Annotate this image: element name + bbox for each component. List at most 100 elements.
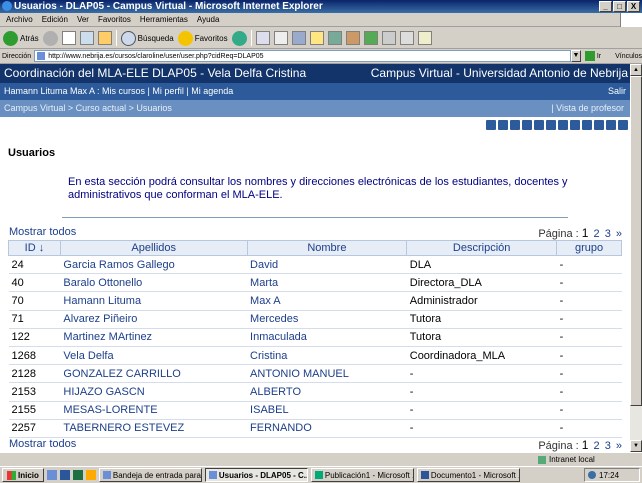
wiki-icon[interactable]	[606, 120, 616, 130]
exercises-icon[interactable]	[534, 120, 544, 130]
paste-icon[interactable]	[417, 31, 432, 45]
campus-title[interactable]: Campus Virtual - Universidad Antonio de …	[371, 64, 628, 83]
cell-nombre[interactable]: ISABEL	[247, 401, 407, 420]
quicklaunch-excel-icon[interactable]	[72, 470, 83, 480]
logout-link[interactable]: Salir	[608, 83, 626, 100]
menu-ver[interactable]: Ver	[77, 13, 89, 26]
cell-nombre[interactable]: ANTONIO MANUEL	[247, 364, 407, 384]
cell-nombre[interactable]: Max A	[247, 291, 407, 311]
col-id[interactable]: ID ↓	[8, 240, 61, 256]
close-button[interactable]: X	[627, 1, 640, 12]
task-publisher[interactable]: Publicación1 - Microsoft ...	[310, 468, 414, 482]
favorites-button[interactable]: Favoritos	[177, 29, 228, 47]
refresh-icon[interactable]	[79, 31, 94, 45]
page-link[interactable]: 3	[605, 228, 611, 240]
messenger-icon[interactable]	[327, 31, 342, 45]
quicklaunch-media-icon[interactable]	[85, 470, 96, 480]
cut-icon[interactable]	[381, 31, 396, 45]
go-button[interactable]: Ir	[584, 51, 601, 61]
scroll-down-icon[interactable]: ▼	[630, 440, 642, 452]
groups-icon[interactable]	[570, 120, 580, 130]
address-url: http://www.nebrija.es/cursos/claroline/u…	[48, 52, 264, 60]
scroll-up-icon[interactable]: ▲	[630, 64, 642, 76]
menu-favoritos[interactable]: Favoritos	[98, 13, 131, 26]
research-icon[interactable]	[345, 31, 360, 45]
chat-icon[interactable]	[594, 120, 604, 130]
cell-apellidos[interactable]: Alvarez Piñeiro	[60, 310, 248, 329]
mail-icon[interactable]	[255, 31, 270, 45]
cell-nombre[interactable]: Inmaculada	[247, 328, 407, 347]
stats-icon[interactable]	[618, 120, 628, 130]
task-word[interactable]: Documento1 - Microsoft ...	[416, 468, 520, 482]
address-input[interactable]: http://www.nebrija.es/cursos/claroline/u…	[34, 50, 571, 62]
course-title[interactable]: Coordinación del MLA-ELE DLAP05 - Vela D…	[4, 66, 306, 80]
show-all-link-top[interactable]: Mostrar todos	[9, 226, 76, 238]
cell-nombre[interactable]: FERNANDO	[247, 419, 407, 438]
teacher-view-link[interactable]: | Vista de profesor	[551, 100, 624, 117]
col-apellidos[interactable]: Apellidos	[59, 240, 248, 256]
quicklaunch-word-icon[interactable]	[59, 470, 70, 480]
cell-nombre[interactable]: Marta	[247, 273, 407, 293]
home-icon[interactable]	[486, 120, 496, 130]
star-icon	[177, 30, 193, 46]
minimize-button[interactable]: _	[599, 1, 612, 12]
start-button[interactable]: Inicio	[2, 468, 44, 482]
task-outlook[interactable]: Bandeja de entrada para ...	[98, 468, 202, 482]
next-page-link[interactable]: »	[616, 228, 622, 240]
menu-edicion[interactable]: Edición	[42, 13, 68, 26]
page-link[interactable]: 2	[594, 228, 600, 240]
font-icon[interactable]	[363, 31, 378, 45]
home-icon[interactable]	[97, 31, 112, 45]
cell-apellidos[interactable]: Garcia Ramos Gallego	[60, 255, 248, 275]
cell-nombre[interactable]: Mercedes	[247, 310, 407, 329]
cell-apellidos[interactable]: Hamann Lituma	[60, 291, 248, 311]
documents-icon[interactable]	[522, 120, 532, 130]
print-icon[interactable]	[273, 31, 288, 45]
cell-nombre[interactable]: ALBERTO	[247, 382, 407, 402]
quicklaunch-ie-icon[interactable]	[46, 470, 57, 480]
cell-id: 2128	[8, 364, 61, 384]
col-nombre[interactable]: Nombre	[246, 240, 408, 256]
table-row: 2257 TABERNERO ESTEVEZ FERNANDO - -	[8, 419, 622, 438]
breadcrumb[interactable]: Campus Virtual > Curso actual > Usuarios	[4, 103, 172, 113]
maximize-button[interactable]: □	[613, 1, 626, 12]
menu-herramientas[interactable]: Herramientas	[140, 13, 188, 26]
users-icon[interactable]	[582, 120, 592, 130]
back-button[interactable]: Atrás	[3, 29, 39, 47]
cell-apellidos[interactable]: MESAS-LORENTE	[60, 401, 248, 420]
forum-icon[interactable]	[558, 120, 568, 130]
cell-apellidos[interactable]: GONZALEZ CARRILLO	[60, 364, 248, 384]
history-icon[interactable]	[231, 30, 247, 46]
edit-icon[interactable]	[291, 31, 306, 45]
task-ie[interactable]: Usuarios - DLAP05 - C...	[204, 468, 308, 482]
address-dropdown-icon[interactable]: ▼	[571, 50, 581, 62]
search-button[interactable]: Búsqueda	[120, 29, 174, 47]
col-descripcion[interactable]: Descripción	[406, 240, 558, 256]
links-button[interactable]: Vínculos	[615, 53, 642, 60]
menu-archivo[interactable]: Archivo	[6, 13, 33, 26]
menu-ayuda[interactable]: Ayuda	[197, 13, 220, 26]
cell-nombre[interactable]: David	[247, 255, 407, 275]
cell-descripcion: Directora_DLA	[406, 273, 557, 293]
forward-button[interactable]	[42, 29, 58, 47]
page-link[interactable]: 3	[605, 440, 611, 452]
scroll-thumb[interactable]	[630, 76, 642, 406]
cell-nombre[interactable]: Cristina	[247, 346, 407, 366]
next-page-link[interactable]: »	[616, 440, 622, 452]
agenda-icon[interactable]	[510, 120, 520, 130]
links-icon[interactable]	[546, 120, 556, 130]
cell-apellidos[interactable]: Vela Delfa	[60, 346, 248, 366]
vertical-scrollbar[interactable]: ▲ ▼	[630, 64, 642, 452]
copy-icon[interactable]	[399, 31, 414, 45]
stop-icon[interactable]	[61, 31, 76, 45]
cell-apellidos[interactable]: Martinez MArtinez	[60, 328, 248, 347]
page-link[interactable]: 2	[594, 440, 600, 452]
show-all-link-bottom[interactable]: Mostrar todos	[9, 438, 76, 450]
list-icon[interactable]	[498, 120, 508, 130]
cell-apellidos[interactable]: TABERNERO ESTEVEZ	[60, 419, 248, 438]
cell-apellidos[interactable]: HIJAZO GASCN	[60, 382, 248, 402]
network-icon[interactable]	[588, 471, 596, 479]
note-icon[interactable]	[309, 31, 324, 45]
cell-apellidos[interactable]: Baralo Ottonello	[60, 273, 248, 293]
user-links[interactable]: Hamann Lituma Max A : Mis cursos | Mi pe…	[4, 86, 233, 96]
